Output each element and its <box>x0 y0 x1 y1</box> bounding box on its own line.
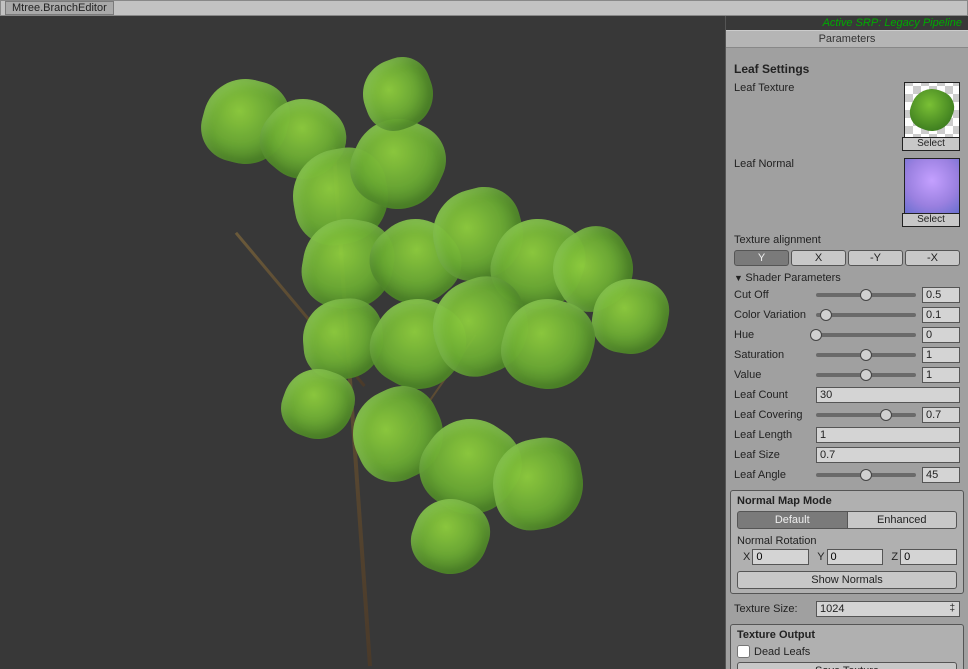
cutoff-label: Cut Off <box>734 289 816 301</box>
leaf-normal-slot[interactable]: Select <box>904 158 960 214</box>
hue-label: Hue <box>734 329 816 341</box>
save-texture-button[interactable]: Save Texture <box>737 662 957 669</box>
slider-thumb[interactable] <box>880 409 892 421</box>
slider-thumb[interactable] <box>810 329 822 341</box>
rotation-y-label: Y <box>817 551 824 563</box>
inspector-panel: Active SRP: Legacy Pipeline Parameters L… <box>725 16 968 669</box>
texture-output-heading: Texture Output <box>737 629 957 641</box>
alignment-x-button[interactable]: X <box>791 250 846 266</box>
hue-slider[interactable] <box>816 333 916 337</box>
leaf-normal-label: Leaf Normal <box>734 158 816 214</box>
alignment-y-button[interactable]: Y <box>734 250 789 266</box>
leaf-angle-label: Leaf Angle <box>734 469 816 481</box>
select-leaf-normal-button[interactable]: Select <box>902 213 960 227</box>
dead-leafs-label: Dead Leafs <box>754 646 810 658</box>
leaf-size-field[interactable]: 0.7 <box>816 447 960 463</box>
normal-enhanced-button[interactable]: Enhanced <box>848 511 958 529</box>
parameters-scroll[interactable]: Leaf Settings Leaf Texture Select Leaf N… <box>726 48 968 669</box>
saturation-value[interactable]: 1 <box>922 347 960 363</box>
texture-size-label: Texture Size: <box>734 603 816 615</box>
value-slider[interactable] <box>816 373 916 377</box>
texture-alignment-label: Texture alignment <box>734 234 960 246</box>
title-bar: Mtree.BranchEditor <box>0 0 968 16</box>
alignment-minus-y-button[interactable]: -Y <box>848 250 903 266</box>
slider-thumb[interactable] <box>820 309 832 321</box>
leaf-size-label: Leaf Size <box>734 449 816 461</box>
rotation-x-label: X <box>743 551 750 563</box>
saturation-label: Saturation <box>734 349 816 361</box>
rotation-z-label: Z <box>891 551 898 563</box>
leaf-covering-label: Leaf Covering <box>734 409 816 421</box>
leaf-angle-value[interactable]: 45 <box>922 467 960 483</box>
normal-default-button[interactable]: Default <box>737 511 848 529</box>
rotation-z-field[interactable] <box>900 549 957 565</box>
branch-preview-viewport[interactable] <box>3 19 725 666</box>
value-value[interactable]: 1 <box>922 367 960 383</box>
cutoff-slider[interactable] <box>816 293 916 297</box>
leaf-covering-slider[interactable] <box>816 413 916 417</box>
color-variation-label: Color Variation <box>734 309 816 321</box>
shader-parameters-foldout[interactable]: Shader Parameters <box>734 272 960 284</box>
leaf-preview <box>353 49 443 139</box>
texture-size-dropdown[interactable]: 1024 <box>816 601 960 617</box>
leaf-covering-value[interactable]: 0.7 <box>922 407 960 423</box>
parameters-header: Parameters <box>726 30 968 48</box>
saturation-slider[interactable] <box>816 353 916 357</box>
alignment-minus-x-button[interactable]: -X <box>905 250 960 266</box>
hue-value[interactable]: 0 <box>922 327 960 343</box>
leaf-texture-label: Leaf Texture <box>734 82 816 138</box>
texture-alignment-group: Y X -Y -X <box>734 250 960 266</box>
slider-thumb[interactable] <box>860 289 872 301</box>
texture-output-section: Texture Output Dead Leafs Save Texture <box>730 624 964 669</box>
rotation-y-field[interactable] <box>827 549 884 565</box>
normal-map-section: Normal Map Mode Default Enhanced Normal … <box>730 490 964 594</box>
slider-thumb[interactable] <box>860 469 872 481</box>
show-normals-button[interactable]: Show Normals <box>737 571 957 589</box>
leaf-texture-slot[interactable]: Select <box>904 82 960 138</box>
srp-status: Active SRP: Legacy Pipeline <box>726 16 968 30</box>
leaf-length-label: Leaf Length <box>734 429 816 441</box>
slider-thumb[interactable] <box>860 349 872 361</box>
color-variation-slider[interactable] <box>816 313 916 317</box>
normal-map-heading: Normal Map Mode <box>737 495 957 507</box>
dead-leafs-checkbox[interactable] <box>737 645 750 658</box>
leaf-count-label: Leaf Count <box>734 389 816 401</box>
color-variation-value[interactable]: 0.1 <box>922 307 960 323</box>
leaf-count-field[interactable]: 30 <box>816 387 960 403</box>
select-leaf-texture-button[interactable]: Select <box>902 137 960 151</box>
leaf-angle-slider[interactable] <box>816 473 916 477</box>
slider-thumb[interactable] <box>860 369 872 381</box>
normal-rotation-label: Normal Rotation <box>737 535 957 547</box>
normal-map-mode-toggle: Default Enhanced <box>737 511 957 529</box>
leaf-length-field[interactable]: 1 <box>816 427 960 443</box>
window-tab[interactable]: Mtree.BranchEditor <box>5 1 114 15</box>
rotation-x-field[interactable] <box>752 549 809 565</box>
cutoff-value[interactable]: 0.5 <box>922 287 960 303</box>
leaf-settings-heading: Leaf Settings <box>734 62 960 76</box>
value-label: Value <box>734 369 816 381</box>
